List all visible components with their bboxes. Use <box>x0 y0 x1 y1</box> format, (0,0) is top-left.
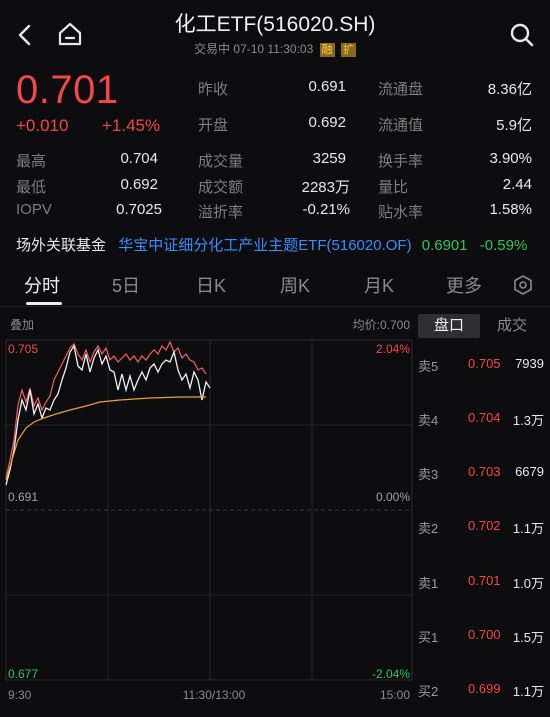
stat-label-turnover: 成交额 <box>198 179 244 196</box>
related-fund-row[interactable]: 场外关联基金 华宝中证细分化工产业主题ETF(516020.OF) 0.6901… <box>16 234 527 255</box>
margin-badge: 融 <box>319 43 335 57</box>
orderbook-row: 买1 0.700 1.5万 <box>418 627 548 647</box>
related-fund-price: 0.6901 <box>421 237 468 254</box>
orderbook-row: 卖1 0.701 1.0万 <box>418 573 548 593</box>
related-fund-change: -0.59% <box>479 237 528 254</box>
tab-orderbook[interactable]: 盘口 <box>418 314 480 338</box>
orderbook-row: 卖5 0.705 7939 <box>418 356 548 376</box>
stat-label-float-shares: 流通盘 <box>378 81 424 98</box>
stat-value-float-shares: 8.36亿 <box>487 81 532 98</box>
stat-value-prev-close: 0.691 <box>308 78 346 95</box>
stat-label-premium: 溢折率 <box>198 204 244 221</box>
orderbook-volume: 1.3万 <box>512 413 544 428</box>
x-label-mid: 11:30/13:00 <box>183 688 246 702</box>
orderbook-volume: 1.5万 <box>512 630 544 645</box>
tab-intraday[interactable]: 分时 <box>24 272 60 298</box>
overlay-label[interactable]: 叠加 <box>10 318 34 332</box>
orderbook-side: 卖3 <box>418 467 439 482</box>
orderbook-price: 0.703 <box>468 464 501 479</box>
stat-value-high: 0.704 <box>120 150 158 167</box>
stat-label-turnover-rate: 换手率 <box>378 153 424 170</box>
avg-price-label: 均价:0.700 <box>353 318 411 332</box>
y-label-bottom-left: 0.677 <box>8 667 38 681</box>
orderbook-volume: 1.1万 <box>512 684 544 699</box>
y-label-bottom-right: -2.04% <box>372 667 410 681</box>
orderbook-price: 0.699 <box>468 681 501 696</box>
stat-label-iopv: IOPV <box>16 201 52 218</box>
stat-label-volume-ratio: 量比 <box>378 179 409 196</box>
quote-datetime: 07-10 11:30:03 <box>233 42 314 56</box>
orderbook-price: 0.704 <box>468 410 501 425</box>
orderbook-volume: 1.0万 <box>512 576 544 591</box>
tab-weekly-k[interactable]: 周K <box>280 272 310 298</box>
orderbook-row: 买2 0.699 1.1万 <box>418 681 548 701</box>
orderbook-side: 卖1 <box>418 576 439 591</box>
stat-value-discount: 1.58% <box>489 201 532 218</box>
stat-value-volume: 3259 <box>312 150 346 167</box>
related-fund-name[interactable]: 华宝中证细分化工产业主题ETF(516020.OF) <box>118 237 411 254</box>
stat-label-float-value: 流通值 <box>378 117 424 134</box>
price-change-pct: +1.45% <box>102 116 161 135</box>
stat-label-low: 最低 <box>16 179 47 196</box>
stat-value-low: 0.692 <box>120 176 158 193</box>
orderbook-row: 卖4 0.704 1.3万 <box>418 410 548 430</box>
expand-badge: 扩 <box>340 43 356 57</box>
orderbook-price: 0.701 <box>468 573 501 588</box>
price-change: +0.010 <box>16 116 69 135</box>
orderbook-side: 买2 <box>418 684 439 699</box>
y-label-mid-right: 0.00% <box>376 490 410 504</box>
y-label-top-right: 2.04% <box>376 342 410 356</box>
orderbook-price: 0.705 <box>468 356 501 371</box>
active-tab-indicator <box>26 302 62 305</box>
y-label-top-left: 0.705 <box>8 342 38 356</box>
orderbook-row: 卖2 0.702 1.1万 <box>418 518 548 538</box>
orderbook-volume: 1.1万 <box>512 521 544 536</box>
stat-value-premium: -0.21% <box>302 201 350 218</box>
orderbook-side: 卖5 <box>418 359 439 374</box>
tab-monthly-k[interactable]: 月K <box>364 272 394 298</box>
tab-daily-k[interactable]: 日K <box>196 272 226 298</box>
tab-5day[interactable]: 5日 <box>112 272 140 298</box>
orderbook-volume: 6679 <box>515 464 544 479</box>
stat-value-iopv: 0.7025 <box>116 201 162 218</box>
orderbook-side: 卖2 <box>418 521 439 536</box>
tab-more[interactable]: 更多 <box>446 272 482 298</box>
chart-period-tabs: 分时 5日 日K 周K 月K 更多 <box>0 264 550 306</box>
stat-value-volume-ratio: 2.44 <box>502 176 532 193</box>
stat-label-volume: 成交量 <box>198 153 244 170</box>
trading-status: 交易中 <box>194 42 231 56</box>
orderbook-price: 0.700 <box>468 627 501 642</box>
stat-label-high: 最高 <box>16 153 47 170</box>
stat-label-discount: 贴水率 <box>378 204 424 221</box>
intraday-chart[interactable]: 叠加 均价:0.700 0.705 0.691 0.677 2.04% 0.00… <box>0 310 414 710</box>
x-label-end: 15:00 <box>380 688 410 702</box>
orderbook-row: 卖3 0.703 6679 <box>418 464 548 484</box>
x-label-start: 9:30 <box>8 688 32 702</box>
y-label-mid-left: 0.691 <box>8 490 38 504</box>
orderbook-volume: 7939 <box>515 356 544 371</box>
orderbook-side: 卖4 <box>418 413 439 428</box>
tab-trades[interactable]: 成交 <box>484 314 540 338</box>
stat-value-open: 0.692 <box>308 114 346 131</box>
search-icon[interactable] <box>508 21 536 49</box>
stat-value-turnover-rate: 3.90% <box>489 150 532 167</box>
stat-value-turnover: 2283万 <box>301 179 350 196</box>
chart-settings-icon[interactable] <box>512 274 534 296</box>
stat-value-float-value: 5.9亿 <box>496 117 532 134</box>
stat-label-prev-close: 昨收 <box>198 81 229 98</box>
stat-label-open: 开盘 <box>198 117 229 134</box>
orderbook-price: 0.702 <box>468 518 501 533</box>
tab-divider <box>0 306 550 307</box>
last-price: 0.701 <box>16 68 119 112</box>
page-title: 化工ETF(516020.SH) <box>174 13 376 36</box>
orderbook-side: 买1 <box>418 630 439 645</box>
trading-status-line: 交易中 07-10 11:30:03 融 扩 <box>0 40 550 57</box>
related-fund-label: 场外关联基金 <box>16 237 107 254</box>
